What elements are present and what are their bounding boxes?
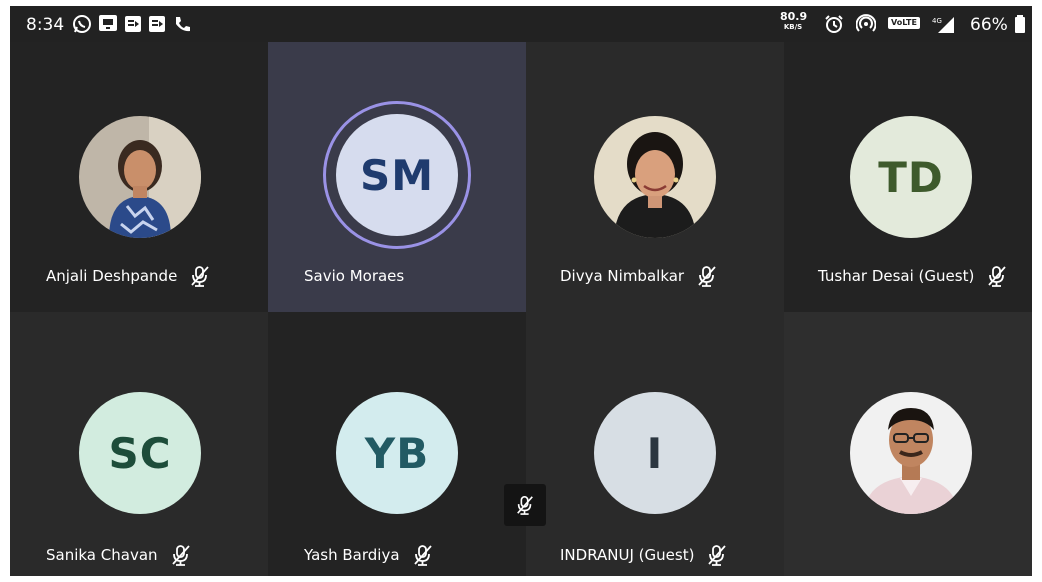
network-speed: 80.9 KB/S <box>780 10 808 31</box>
participant-tile-active[interactable]: SM Savio Moraes <box>268 42 526 312</box>
status-bar: 8:34 80.9 KB/S VoLTE 4G 66% <box>10 6 1032 42</box>
participant-photo <box>79 116 201 238</box>
participant-avatar: I <box>594 392 716 514</box>
mic-off-icon <box>517 496 533 515</box>
alarm-icon <box>824 14 844 38</box>
media-icon <box>148 14 166 38</box>
participant-label: Divya Nimbalkar <box>560 265 718 287</box>
participant-name: Divya Nimbalkar <box>560 267 685 285</box>
participant-avatar: TD <box>850 116 972 238</box>
whatsapp-icon <box>72 14 92 38</box>
participant-avatar: SM <box>336 114 458 236</box>
mute-toggle-button[interactable] <box>504 484 546 526</box>
status-time: 8:34 <box>26 15 65 35</box>
participant-label: Tushar Desai (Guest) <box>818 265 1008 287</box>
participant-name: Sanika Chavan <box>46 546 158 564</box>
battery-percent: 66% <box>970 15 1008 35</box>
participant-label: INDRANUJ (Guest) <box>560 544 728 566</box>
participant-label: Yash Bardiya <box>304 544 434 566</box>
messenger-icon <box>98 14 118 38</box>
participant-name: Anjali Deshpande <box>46 267 178 285</box>
volte-badge: VoLTE <box>888 17 920 29</box>
participant-label: Anjali Deshpande <box>46 265 211 287</box>
participant-tile[interactable]: Anjali Deshpande <box>10 42 268 312</box>
participant-grid: Anjali Deshpande SM Savio Moraes Divya N… <box>10 42 1032 576</box>
battery-icon <box>1014 14 1026 38</box>
phone-icon <box>173 14 191 38</box>
mic-muted-icon <box>412 544 434 566</box>
participant-tile[interactable]: YB Yash Bardiya <box>268 312 526 576</box>
mic-muted-icon <box>170 544 192 566</box>
participant-avatar: YB <box>336 392 458 514</box>
media-icon <box>124 14 142 38</box>
svg-text:4G: 4G <box>932 17 942 25</box>
participant-name: Tushar Desai (Guest) <box>818 267 975 285</box>
participant-photo <box>850 392 972 514</box>
mic-muted-icon <box>696 265 718 287</box>
participant-tile[interactable]: I INDRANUJ (Guest) <box>526 312 784 576</box>
self-view-tile[interactable] <box>784 312 1032 576</box>
meeting-screen: 8:34 80.9 KB/S VoLTE 4G 66% Anjali Deshp… <box>10 6 1032 576</box>
participant-name: Yash Bardiya <box>304 546 400 564</box>
participant-label: Savio Moraes <box>304 267 404 285</box>
participant-photo <box>594 116 716 238</box>
participant-name: Savio Moraes <box>304 267 405 285</box>
hotspot-icon <box>855 14 877 38</box>
mic-muted-icon <box>706 544 728 566</box>
participant-tile[interactable]: SC Sanika Chavan <box>10 312 268 576</box>
signal-icon: 4G <box>930 14 956 38</box>
participant-tile[interactable]: TD Tushar Desai (Guest) <box>784 42 1032 312</box>
participant-tile[interactable]: Divya Nimbalkar <box>526 42 784 312</box>
mic-muted-icon <box>189 265 211 287</box>
participant-avatar: SC <box>79 392 201 514</box>
participant-label: Sanika Chavan <box>46 544 192 566</box>
mic-muted-icon <box>986 265 1008 287</box>
participant-name: INDRANUJ (Guest) <box>560 546 695 564</box>
